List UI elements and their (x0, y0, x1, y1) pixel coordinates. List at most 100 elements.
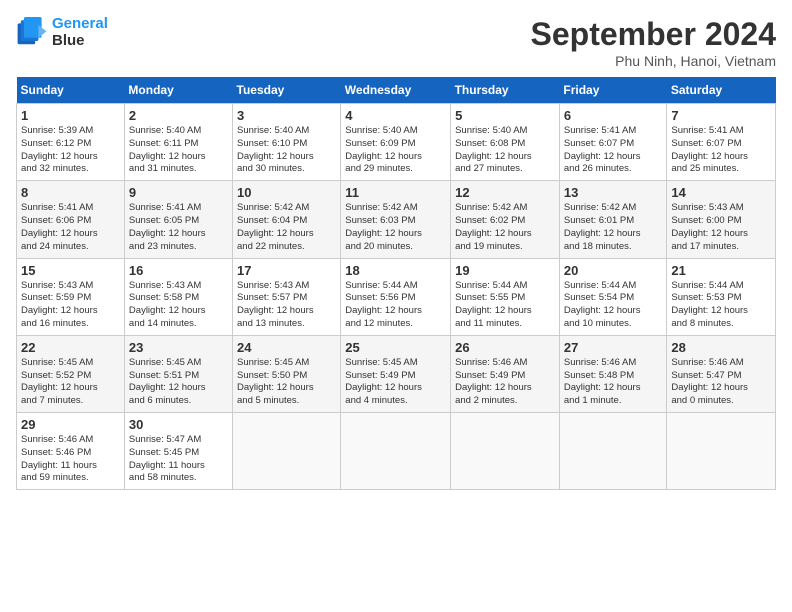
calendar-week-row: 22 Sunrise: 5:45 AM Sunset: 5:52 PM Dayli… (17, 335, 776, 412)
day-number: 18 (345, 263, 446, 278)
calendar-cell: 8Sunrise: 5:41 AM Sunset: 6:06 PM Daylig… (17, 181, 125, 258)
day-number: 4 (345, 108, 446, 123)
day-number: 17 (237, 263, 336, 278)
day-number: 11 (345, 185, 446, 200)
day-number: 19 (455, 263, 555, 278)
day-header-monday: Monday (124, 77, 232, 104)
day-number: 28 (671, 340, 771, 355)
day-info: Sunrise: 5:46 AM Sunset: 5:47 PM Dayligh… (671, 357, 771, 408)
day-info: Sunrise: 5:45 AM Sunset: 5:51 PM Dayligh… (129, 357, 228, 408)
day-number: 24 (237, 340, 336, 355)
day-info: Sunrise: 5:44 AM Sunset: 5:53 PM Dayligh… (671, 280, 771, 331)
day-number: 13 (564, 185, 662, 200)
calendar-cell: 7Sunrise: 5:41 AM Sunset: 6:07 PM Daylig… (667, 104, 776, 181)
calendar-cell (559, 413, 666, 490)
logo-text: General Blue (52, 16, 108, 49)
calendar-cell: 1 Sunrise: 5:39 AM Sunset: 6:12 PM Daylig… (17, 104, 125, 181)
day-number: 26 (455, 340, 555, 355)
day-number: 10 (237, 185, 336, 200)
day-info: Sunrise: 5:45 AM Sunset: 5:50 PM Dayligh… (237, 357, 336, 408)
day-info: Sunrise: 5:42 AM Sunset: 6:04 PM Dayligh… (237, 202, 336, 253)
day-number: 12 (455, 185, 555, 200)
title-area: September 2024 Phu Ninh, Hanoi, Vietnam (531, 16, 776, 69)
day-info: Sunrise: 5:40 AM Sunset: 6:08 PM Dayligh… (455, 125, 555, 176)
calendar-cell: 3Sunrise: 5:40 AM Sunset: 6:10 PM Daylig… (233, 104, 341, 181)
calendar-header-row: SundayMondayTuesdayWednesdayThursdayFrid… (17, 77, 776, 104)
calendar-cell: 10 Sunrise: 5:42 AM Sunset: 6:04 PM Dayli… (233, 181, 341, 258)
day-info: Sunrise: 5:44 AM Sunset: 5:55 PM Dayligh… (455, 280, 555, 331)
calendar-cell (341, 413, 451, 490)
day-number: 25 (345, 340, 446, 355)
calendar-cell: 29 Sunrise: 5:46 AM Sunset: 5:46 PM Dayli… (17, 413, 125, 490)
day-number: 20 (564, 263, 662, 278)
calendar-cell: 24 Sunrise: 5:45 AM Sunset: 5:50 PM Dayli… (233, 335, 341, 412)
day-info: Sunrise: 5:42 AM Sunset: 6:02 PM Dayligh… (455, 202, 555, 253)
day-number: 22 (21, 340, 120, 355)
day-number: 6 (564, 108, 662, 123)
day-info: Sunrise: 5:45 AM Sunset: 5:49 PM Dayligh… (345, 357, 446, 408)
day-info: Sunrise: 5:43 AM Sunset: 6:00 PM Dayligh… (671, 202, 771, 253)
calendar-cell: 17 Sunrise: 5:43 AM Sunset: 5:57 PM Dayli… (233, 258, 341, 335)
month-title: September 2024 (531, 16, 776, 53)
day-header-thursday: Thursday (451, 77, 560, 104)
calendar-cell: 23 Sunrise: 5:45 AM Sunset: 5:51 PM Dayli… (124, 335, 232, 412)
day-number: 29 (21, 417, 120, 432)
day-info: Sunrise: 5:42 AM Sunset: 6:01 PM Dayligh… (564, 202, 662, 253)
day-number: 21 (671, 263, 771, 278)
calendar-cell (233, 413, 341, 490)
day-info: Sunrise: 5:41 AM Sunset: 6:07 PM Dayligh… (671, 125, 771, 176)
calendar-week-row: 29 Sunrise: 5:46 AM Sunset: 5:46 PM Dayli… (17, 413, 776, 490)
calendar-cell: 18 Sunrise: 5:44 AM Sunset: 5:56 PM Dayli… (341, 258, 451, 335)
day-info: Sunrise: 5:41 AM Sunset: 6:07 PM Dayligh… (564, 125, 662, 176)
day-info: Sunrise: 5:43 AM Sunset: 5:57 PM Dayligh… (237, 280, 336, 331)
calendar-cell: 9Sunrise: 5:41 AM Sunset: 6:05 PM Daylig… (124, 181, 232, 258)
location-subtitle: Phu Ninh, Hanoi, Vietnam (531, 53, 776, 69)
day-info: Sunrise: 5:46 AM Sunset: 5:49 PM Dayligh… (455, 357, 555, 408)
calendar-cell: 19 Sunrise: 5:44 AM Sunset: 5:55 PM Dayli… (451, 258, 560, 335)
day-info: Sunrise: 5:41 AM Sunset: 6:05 PM Dayligh… (129, 202, 228, 253)
day-info: Sunrise: 5:41 AM Sunset: 6:06 PM Dayligh… (21, 202, 120, 253)
day-info: Sunrise: 5:39 AM Sunset: 6:12 PM Dayligh… (21, 125, 120, 176)
day-info: Sunrise: 5:40 AM Sunset: 6:09 PM Dayligh… (345, 125, 446, 176)
calendar-cell: 16 Sunrise: 5:43 AM Sunset: 5:58 PM Dayli… (124, 258, 232, 335)
calendar-cell: 4 Sunrise: 5:40 AM Sunset: 6:09 PM Daylig… (341, 104, 451, 181)
day-info: Sunrise: 5:46 AM Sunset: 5:48 PM Dayligh… (564, 357, 662, 408)
day-info: Sunrise: 5:44 AM Sunset: 5:56 PM Dayligh… (345, 280, 446, 331)
day-number: 27 (564, 340, 662, 355)
calendar-cell: 11 Sunrise: 5:42 AM Sunset: 6:03 PM Dayli… (341, 181, 451, 258)
calendar-cell: 6 Sunrise: 5:41 AM Sunset: 6:07 PM Daylig… (559, 104, 666, 181)
calendar-week-row: 15Sunrise: 5:43 AM Sunset: 5:59 PM Dayli… (17, 258, 776, 335)
day-info: Sunrise: 5:40 AM Sunset: 6:10 PM Dayligh… (237, 125, 336, 176)
day-header-saturday: Saturday (667, 77, 776, 104)
day-number: 2 (129, 108, 228, 123)
day-info: Sunrise: 5:42 AM Sunset: 6:03 PM Dayligh… (345, 202, 446, 253)
day-info: Sunrise: 5:43 AM Sunset: 5:59 PM Dayligh… (21, 280, 120, 331)
day-info: Sunrise: 5:47 AM Sunset: 5:45 PM Dayligh… (129, 434, 228, 485)
logo: General Blue (16, 16, 108, 49)
day-info: Sunrise: 5:45 AM Sunset: 5:52 PM Dayligh… (21, 357, 120, 408)
calendar-cell: 14Sunrise: 5:43 AM Sunset: 6:00 PM Dayli… (667, 181, 776, 258)
calendar-cell: 25 Sunrise: 5:45 AM Sunset: 5:49 PM Dayli… (341, 335, 451, 412)
calendar-cell: 22 Sunrise: 5:45 AM Sunset: 5:52 PM Dayli… (17, 335, 125, 412)
day-number: 23 (129, 340, 228, 355)
calendar-cell: 26 Sunrise: 5:46 AM Sunset: 5:49 PM Dayli… (451, 335, 560, 412)
calendar-cell: 28 Sunrise: 5:46 AM Sunset: 5:47 PM Dayli… (667, 335, 776, 412)
day-info: Sunrise: 5:46 AM Sunset: 5:46 PM Dayligh… (21, 434, 120, 485)
calendar-cell: 20Sunrise: 5:44 AM Sunset: 5:54 PM Dayli… (559, 258, 666, 335)
calendar-cell: 15Sunrise: 5:43 AM Sunset: 5:59 PM Dayli… (17, 258, 125, 335)
day-number: 16 (129, 263, 228, 278)
calendar-cell (667, 413, 776, 490)
calendar-cell: 27 Sunrise: 5:46 AM Sunset: 5:48 PM Dayli… (559, 335, 666, 412)
calendar-cell: 21 Sunrise: 5:44 AM Sunset: 5:53 PM Dayli… (667, 258, 776, 335)
day-header-wednesday: Wednesday (341, 77, 451, 104)
day-number: 5 (455, 108, 555, 123)
calendar-cell: 30Sunrise: 5:47 AM Sunset: 5:45 PM Dayli… (124, 413, 232, 490)
day-info: Sunrise: 5:43 AM Sunset: 5:58 PM Dayligh… (129, 280, 228, 331)
calendar-table: SundayMondayTuesdayWednesdayThursdayFrid… (16, 77, 776, 490)
day-header-sunday: Sunday (17, 77, 125, 104)
day-header-friday: Friday (559, 77, 666, 104)
calendar-cell: 5 Sunrise: 5:40 AM Sunset: 6:08 PM Daylig… (451, 104, 560, 181)
calendar-cell: 13 Sunrise: 5:42 AM Sunset: 6:01 PM Dayli… (559, 181, 666, 258)
page-header: General Blue September 2024 Phu Ninh, Ha… (16, 16, 776, 69)
day-number: 1 (21, 108, 120, 123)
